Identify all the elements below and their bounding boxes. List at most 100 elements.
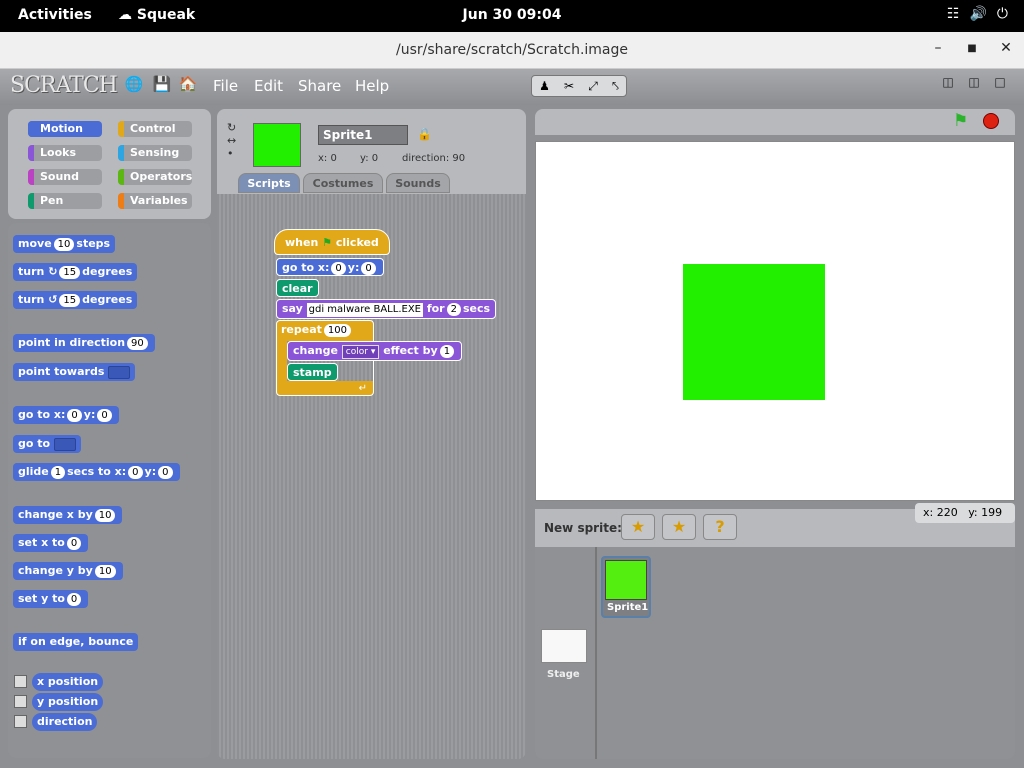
category-variables[interactable]: Variables xyxy=(118,193,192,209)
sprite-on-stage[interactable] xyxy=(683,264,825,400)
x-position-checkbox[interactable] xyxy=(14,675,27,688)
menu-edit[interactable]: Edit xyxy=(254,77,283,95)
say-text-input[interactable]: gdi malware BALL.EXE xyxy=(306,303,423,317)
reporter-y-position[interactable]: y position xyxy=(32,693,104,711)
block-point-direction[interactable]: point in direction 90 xyxy=(13,334,155,352)
mouse-coordinates: x: 220 y: 199 xyxy=(915,503,1015,523)
maximize-button[interactable]: ■ xyxy=(962,43,982,54)
loop-arrow-icon: ↵ xyxy=(358,383,367,394)
sprite-list: Stage Sprite1 xyxy=(535,547,1015,759)
close-button[interactable]: ✕ xyxy=(996,40,1016,56)
script-change-effect[interactable]: change color ▾ effect by 1 xyxy=(287,341,463,361)
category-sensing[interactable]: Sensing xyxy=(118,145,192,161)
rotation-style-icons[interactable]: ↻ ↔ • xyxy=(227,121,236,160)
scratch-window: SCRATCH 🌐 💾 🏠 File Edit Share Help ♟ ✂ ⤢… xyxy=(0,69,1024,768)
block-set-y[interactable]: set y to 0 xyxy=(13,590,89,608)
sprite-tools: ♟ ✂ ⤢ ⤣ xyxy=(531,75,627,97)
sprite1-label: Sprite1 xyxy=(607,602,649,613)
category-looks[interactable]: Looks xyxy=(28,145,102,161)
block-change-x[interactable]: change x by 10 xyxy=(13,506,123,524)
power-icon: ⏻ xyxy=(996,6,1008,22)
app-menu[interactable]: ☁ Squeak xyxy=(118,7,195,23)
reporter-direction[interactable]: direction xyxy=(32,713,98,731)
block-point-towards[interactable]: point towards xyxy=(13,363,136,381)
activities-button[interactable]: Activities xyxy=(18,7,92,23)
save-icon[interactable]: 💾 xyxy=(152,75,172,95)
block-bounce[interactable]: if on edge, bounce xyxy=(13,633,139,651)
shrink-tool-icon[interactable]: ⤣ xyxy=(612,79,619,94)
duplicate-tool-icon[interactable]: ♟ xyxy=(539,79,550,93)
system-tray[interactable]: ☷ 🔊 ⏻ xyxy=(947,6,1008,22)
sprite-thumbnail xyxy=(253,123,301,167)
block-move[interactable]: move 10 steps xyxy=(13,235,116,253)
app-name: Squeak xyxy=(136,7,196,23)
menu-file[interactable]: File xyxy=(213,77,238,95)
y-position-checkbox[interactable] xyxy=(14,695,27,708)
blocks-palette: move 10 steps turn ↻ 15 degrees turn ↺ 15 degr… xyxy=(8,223,211,758)
lock-icon[interactable]: 🔒 xyxy=(417,127,432,141)
category-sound[interactable]: Sound xyxy=(28,169,102,185)
category-pen[interactable]: Pen xyxy=(28,193,102,209)
turn-right-icon: ↻ xyxy=(48,265,58,278)
random-sprite-icon[interactable]: ? xyxy=(703,514,737,540)
sprite-y: y: 0 xyxy=(360,153,379,164)
block-change-y[interactable]: change y by 10 xyxy=(13,562,123,580)
green-flag-button[interactable]: ⚑ xyxy=(953,111,968,131)
turn-left-icon: ↺ xyxy=(48,293,58,306)
block-set-x[interactable]: set x to 0 xyxy=(13,534,89,552)
share-home-icon[interactable]: 🏠 xyxy=(178,75,198,95)
presentation-mode-icon[interactable]: □ xyxy=(990,75,1010,95)
delete-tool-icon[interactable]: ✂ xyxy=(564,79,574,93)
sprite1-thumbnail xyxy=(605,560,647,600)
minimize-button[interactable]: – xyxy=(928,40,948,56)
menu-share[interactable]: Share xyxy=(298,77,341,95)
window-title: /usr/share/scratch/Scratch.image xyxy=(395,42,629,58)
stage-header: ⚑ xyxy=(535,109,1015,135)
window-titlebar: /usr/share/scratch/Scratch.image – ■ ✕ xyxy=(0,32,1024,69)
hat-when-flag-clicked[interactable]: when ⚑ clicked xyxy=(274,229,390,255)
reporter-x-position[interactable]: x position xyxy=(32,673,104,691)
tab-costumes[interactable]: Costumes xyxy=(303,173,383,193)
category-selector: Motion Control Looks Sensing Sound Opera… xyxy=(8,109,211,219)
new-sprite-label: New sprite: xyxy=(544,521,622,535)
volume-icon: 🔊 xyxy=(969,6,987,22)
stop-button[interactable] xyxy=(983,113,999,129)
block-turn-left[interactable]: turn ↺ 15 degrees xyxy=(13,291,138,309)
system-top-bar: Activities ☁ Squeak Jun 30 09:04 ☷ 🔊 ⏻ xyxy=(0,0,1024,32)
new-sprite-bar: New sprite: ★ ★ ? x: 220 y: 199 xyxy=(535,503,1015,547)
choose-sprite-file-icon[interactable]: ★ xyxy=(662,514,696,540)
normal-stage-icon[interactable]: ◫ xyxy=(964,75,984,95)
script-clear[interactable]: clear xyxy=(276,279,319,297)
block-goto[interactable]: go to xyxy=(13,435,81,453)
scripts-area[interactable]: when ⚑ clicked go to x: 0 y: 0 clear say gd… xyxy=(217,194,526,759)
tab-sounds[interactable]: Sounds xyxy=(386,173,450,193)
category-control[interactable]: Control xyxy=(118,121,192,137)
category-operators[interactable]: Operators xyxy=(118,169,192,185)
menu-bar: SCRATCH 🌐 💾 🏠 File Edit Share Help ♟ ✂ ⤢… xyxy=(0,69,1024,105)
network-icon: ☷ xyxy=(946,6,960,22)
paint-sprite-icon[interactable]: ★ xyxy=(621,514,655,540)
sprite1-tile[interactable]: Sprite1 xyxy=(601,556,651,618)
script-say-for-secs[interactable]: say gdi malware BALL.EXE for 2 secs xyxy=(276,299,497,319)
script-stamp[interactable]: stamp xyxy=(287,363,338,381)
sprite-direction: direction: 90 xyxy=(402,153,466,164)
tab-scripts[interactable]: Scripts xyxy=(238,173,300,193)
stage-label: Stage xyxy=(547,669,580,680)
direction-checkbox[interactable] xyxy=(14,715,27,728)
effect-dropdown[interactable]: color ▾ xyxy=(341,345,380,359)
script-goto-xy[interactable]: go to x: 0 y: 0 xyxy=(276,258,384,276)
small-stage-icon[interactable]: ◫ xyxy=(938,75,958,95)
sprite-name-field[interactable]: Sprite1 xyxy=(318,125,408,145)
menu-help[interactable]: Help xyxy=(355,77,389,95)
stage[interactable] xyxy=(535,141,1015,501)
green-flag-icon: ⚑ xyxy=(322,236,333,249)
block-turn-right[interactable]: turn ↻ 15 degrees xyxy=(13,263,138,281)
language-globe-icon[interactable]: 🌐 xyxy=(124,75,144,95)
grow-tool-icon[interactable]: ⤢ xyxy=(588,79,598,94)
scratch-logo: SCRATCH xyxy=(10,73,118,98)
block-goto-xy[interactable]: go to x: 0 y: 0 xyxy=(13,406,119,424)
category-motion[interactable]: Motion xyxy=(28,121,102,137)
block-glide[interactable]: glide 1 secs to x: 0 y: 0 xyxy=(13,463,180,481)
sprite-x: x: 0 xyxy=(318,153,337,164)
stage-thumbnail[interactable] xyxy=(541,629,587,663)
